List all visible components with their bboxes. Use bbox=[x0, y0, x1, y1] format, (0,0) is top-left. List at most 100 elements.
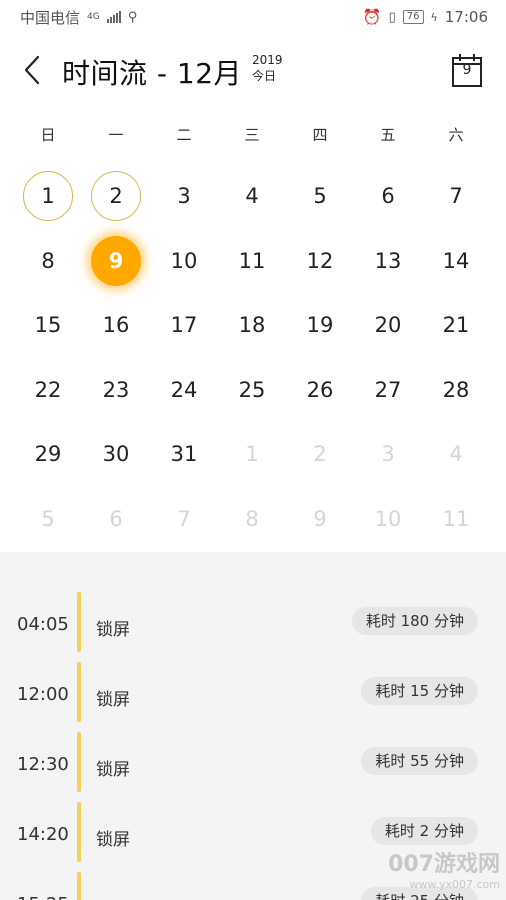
weekday-sun: 日 bbox=[40, 126, 56, 144]
calendar-day[interactable]: 3 bbox=[150, 164, 218, 229]
year-block[interactable]: 2019 今日 bbox=[252, 52, 283, 84]
calendar-day-number: 10 bbox=[170, 248, 198, 273]
calendar-day-number: 4 bbox=[245, 184, 259, 209]
calendar-day[interactable]: 16 bbox=[82, 293, 150, 358]
calendar-day[interactable]: 10 bbox=[150, 229, 218, 294]
calendar-day: 7 bbox=[150, 487, 218, 552]
calendar-day[interactable]: 26 bbox=[286, 358, 354, 423]
calendar-day[interactable]: 5 bbox=[286, 164, 354, 229]
calendar-day: 8 bbox=[218, 487, 286, 552]
calendar-day-number: 25 bbox=[238, 377, 266, 402]
calendar-day[interactable]: 2 bbox=[82, 164, 150, 229]
calendar-day[interactable]: 25 bbox=[218, 358, 286, 423]
calendar-day: 1 bbox=[218, 422, 286, 487]
entry-time: 12:00 bbox=[17, 684, 69, 705]
calendar-day-number: 5 bbox=[313, 184, 327, 209]
usb-icon: ⚲ bbox=[127, 9, 138, 25]
weekday-tue: 二 bbox=[176, 126, 192, 144]
entry-time: 14:20 bbox=[17, 824, 69, 845]
calendar-day-number: 19 bbox=[306, 313, 334, 338]
calendar-day: 2 bbox=[286, 422, 354, 487]
calendar-day[interactable]: 21 bbox=[422, 293, 490, 358]
calendar-day[interactable]: 29 bbox=[14, 422, 82, 487]
calendar-day-number: 1 bbox=[245, 442, 259, 467]
calendar-day[interactable]: 28 bbox=[422, 358, 490, 423]
calendar-day-number: 6 bbox=[109, 506, 123, 531]
calendar-day: 11 bbox=[422, 487, 490, 552]
status-right: ⏰ ▯ 76 ϟ 17:06 bbox=[363, 8, 488, 26]
calendar-day[interactable]: 7 bbox=[422, 164, 490, 229]
duration-badge: 耗时 55 分钟 bbox=[361, 747, 478, 775]
duration-badge: 耗时 15 分钟 bbox=[361, 677, 478, 705]
calendar-day-number: 3 bbox=[381, 442, 395, 467]
calendar-day[interactable]: 13 bbox=[354, 229, 422, 294]
calendar-day[interactable]: 27 bbox=[354, 358, 422, 423]
calendar-day-number: 8 bbox=[245, 506, 259, 531]
calendar-day-number: 24 bbox=[170, 377, 198, 402]
calendar-day[interactable]: 12 bbox=[286, 229, 354, 294]
timeline-entry[interactable]: 12:30 锁屏 耗时 55 分钟 bbox=[0, 732, 506, 802]
calendar-button[interactable]: 9 bbox=[451, 52, 483, 88]
calendar-day: 3 bbox=[354, 422, 422, 487]
calendar-day[interactable]: 22 bbox=[14, 358, 82, 423]
calendar-day-number: 30 bbox=[102, 442, 130, 467]
charging-icon: ϟ bbox=[430, 10, 438, 24]
calendar-day[interactable]: 14 bbox=[422, 229, 490, 294]
signal-icon bbox=[106, 11, 121, 23]
entry-label: 锁屏 bbox=[96, 830, 130, 850]
calendar-day-number: 22 bbox=[34, 377, 62, 402]
calendar-day-number: 28 bbox=[442, 377, 470, 402]
duration-badge: 耗时 2 分钟 bbox=[370, 817, 478, 845]
vibrate-icon: ▯ bbox=[388, 9, 396, 25]
calendar-day-number: 3 bbox=[177, 184, 191, 209]
page-title: 时间流 - 12月 bbox=[62, 57, 243, 90]
calendar-day-number: 13 bbox=[374, 248, 402, 273]
calendar-day-number: 20 bbox=[374, 313, 402, 338]
calendar-icon-day: 9 bbox=[462, 62, 472, 78]
alarm-icon: ⏰ bbox=[362, 8, 382, 26]
calendar-day: 6 bbox=[82, 487, 150, 552]
status-bar: 中国电信 4G ⚲ ⏰ ▯ 76 ϟ 17:06 bbox=[0, 0, 506, 34]
calendar-day[interactable]: 9 bbox=[82, 229, 150, 294]
calendar-day-number: 31 bbox=[170, 442, 198, 467]
weekday-sat: 六 bbox=[448, 126, 464, 144]
calendar-day-number: 21 bbox=[442, 313, 470, 338]
timeline: 15:25锁屏耗时 25 分钟14:20锁屏耗时 2 分钟12:30锁屏耗时 5… bbox=[0, 552, 506, 900]
watermark-text: 007游戏网 bbox=[388, 852, 500, 877]
calendar-day[interactable]: 19 bbox=[286, 293, 354, 358]
calendar-day-number: 9 bbox=[91, 235, 141, 286]
entry-bar bbox=[77, 662, 81, 722]
calendar-day[interactable]: 20 bbox=[354, 293, 422, 358]
calendar-day[interactable]: 30 bbox=[82, 422, 150, 487]
entry-label: 锁屏 bbox=[96, 895, 130, 900]
calendar-day[interactable]: 17 bbox=[150, 293, 218, 358]
entry-bar bbox=[77, 732, 81, 792]
watermark-url: www.yx007.com bbox=[409, 878, 500, 891]
back-button[interactable] bbox=[16, 54, 48, 86]
calendar-day-number: 10 bbox=[374, 506, 402, 531]
calendar-day[interactable]: 6 bbox=[354, 164, 422, 229]
calendar-day-number: 1 bbox=[23, 171, 73, 222]
network-type: 4G bbox=[87, 12, 100, 22]
calendar-day: 10 bbox=[354, 487, 422, 552]
calendar-day-number: 4 bbox=[449, 442, 463, 467]
calendar-day-number: 7 bbox=[449, 184, 463, 209]
timeline-entry[interactable]: 04:05 锁屏 耗时 180 分钟 bbox=[0, 592, 506, 662]
calendar-day-number: 17 bbox=[170, 313, 198, 338]
calendar-day[interactable]: 1 bbox=[14, 164, 82, 229]
battery-icon: 76 bbox=[402, 10, 424, 24]
today-label: 今日 bbox=[252, 69, 277, 83]
calendar-day[interactable]: 11 bbox=[218, 229, 286, 294]
calendar-day[interactable]: 31 bbox=[150, 422, 218, 487]
calendar-day-number: 26 bbox=[306, 377, 334, 402]
calendar-day[interactable]: 24 bbox=[150, 358, 218, 423]
timeline-entry[interactable]: 12:00 锁屏 耗时 15 分钟 bbox=[0, 662, 506, 732]
calendar-day[interactable]: 15 bbox=[14, 293, 82, 358]
entry-time: 15:25 bbox=[17, 894, 69, 900]
calendar-day[interactable]: 4 bbox=[218, 164, 286, 229]
calendar-day[interactable]: 23 bbox=[82, 358, 150, 423]
calendar-day-number: 2 bbox=[313, 442, 327, 467]
calendar-day-number: 23 bbox=[102, 377, 130, 402]
calendar-day[interactable]: 8 bbox=[14, 229, 82, 294]
calendar-day[interactable]: 18 bbox=[218, 293, 286, 358]
